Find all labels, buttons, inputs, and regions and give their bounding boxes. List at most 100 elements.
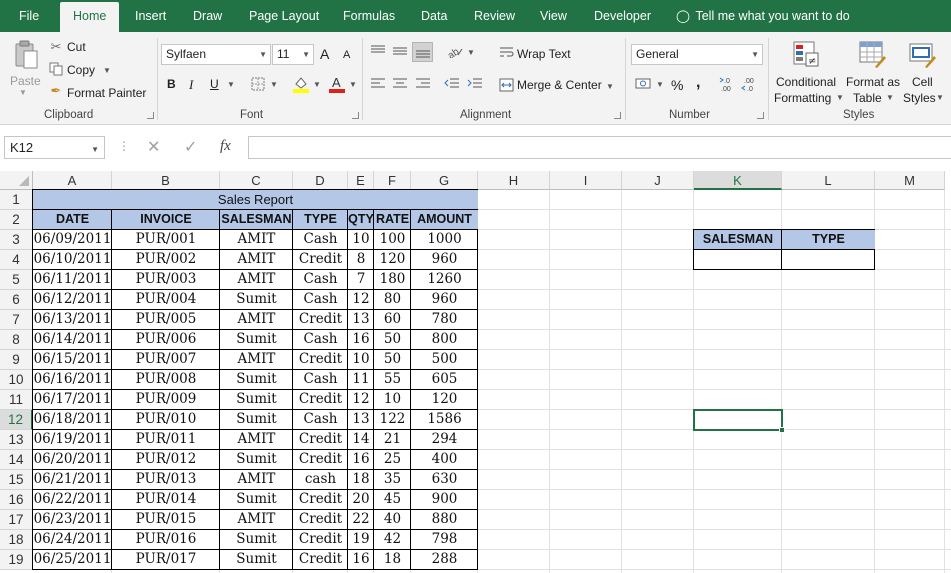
report-cell[interactable]: Credit xyxy=(292,389,348,409)
report-cell[interactable]: Cash xyxy=(292,409,348,429)
align-center-icon[interactable] xyxy=(391,76,409,92)
report-cell[interactable]: 1586 xyxy=(410,409,478,429)
report-cell[interactable]: PUR/017 xyxy=(111,549,220,569)
report-cell[interactable]: 55 xyxy=(373,369,411,389)
copy-button[interactable]: Copy xyxy=(67,63,95,77)
report-cell[interactable]: 06/20/2011 xyxy=(32,449,112,469)
report-cell[interactable]: PUR/004 xyxy=(111,289,220,309)
number-format-select[interactable]: General ▼ xyxy=(631,44,763,65)
report-cell[interactable]: PUR/011 xyxy=(111,429,220,449)
tab-view[interactable]: View xyxy=(540,0,567,32)
report-cell[interactable]: 06/21/2011 xyxy=(32,469,112,489)
report-cell[interactable]: Cash xyxy=(292,229,348,249)
shrink-font-button[interactable]: A xyxy=(343,49,350,61)
row-header-10[interactable]: 10 xyxy=(0,370,33,390)
report-cell[interactable]: Sumit xyxy=(219,289,293,309)
report-cell[interactable]: 42 xyxy=(373,529,411,549)
tab-developer[interactable]: Developer xyxy=(594,0,651,32)
report-cell[interactable]: 06/15/2011 xyxy=(32,349,112,369)
report-cell[interactable]: 8 xyxy=(347,249,374,269)
report-cell[interactable]: AMIT xyxy=(219,349,293,369)
row-header-13[interactable]: 13 xyxy=(0,430,33,450)
report-cell[interactable]: 06/19/2011 xyxy=(32,429,112,449)
formula-input[interactable] xyxy=(248,136,951,159)
report-cell[interactable]: 18 xyxy=(373,549,411,569)
report-cell[interactable]: 60 xyxy=(373,309,411,329)
select-all-button[interactable] xyxy=(0,171,33,190)
report-cell[interactable]: 13 xyxy=(347,309,374,329)
report-cell[interactable]: Sumit xyxy=(219,449,293,469)
format-as-table-label-1[interactable]: Format as xyxy=(846,74,900,90)
report-cell[interactable]: 120 xyxy=(373,249,411,269)
font-size-select[interactable]: 11 ▼ xyxy=(272,44,314,65)
copy-dropdown-icon[interactable]: ▼ xyxy=(103,66,111,75)
format-as-table-icon[interactable] xyxy=(856,38,888,70)
comma-style-button[interactable]: , xyxy=(696,74,700,92)
report-cell[interactable]: Credit xyxy=(292,489,348,509)
paintbrush-icon[interactable]: ✒ xyxy=(48,83,64,98)
row-header-7[interactable]: 7 xyxy=(0,310,33,330)
grow-font-button[interactable]: A xyxy=(320,46,329,62)
report-cell[interactable]: 50 xyxy=(373,349,411,369)
orientation-dropdown-icon[interactable]: ▼ xyxy=(467,48,475,57)
report-cell[interactable]: Cash xyxy=(292,289,348,309)
report-cell[interactable]: Sumit xyxy=(219,529,293,549)
report-cell[interactable]: 50 xyxy=(373,329,411,349)
tab-insert[interactable]: Insert xyxy=(135,0,166,32)
report-cell[interactable]: Sumit xyxy=(219,389,293,409)
report-cell[interactable]: 06/09/2011 xyxy=(32,229,112,249)
column-header-c[interactable]: C xyxy=(220,171,293,190)
report-cell[interactable]: 180 xyxy=(373,269,411,289)
row-header-11[interactable]: 11 xyxy=(0,390,33,410)
column-header-a[interactable]: A xyxy=(33,171,112,190)
tab-file[interactable]: File xyxy=(19,0,39,32)
underline-dropdown-icon[interactable]: ▼ xyxy=(227,80,235,89)
fill-color-icon[interactable] xyxy=(292,75,310,93)
report-cell[interactable]: 500 xyxy=(410,349,478,369)
report-cell[interactable]: 06/14/2011 xyxy=(32,329,112,349)
bold-button[interactable]: B xyxy=(167,77,176,91)
report-cell[interactable]: 10 xyxy=(373,389,411,409)
row-header-8[interactable]: 8 xyxy=(0,330,33,350)
report-cell[interactable]: 960 xyxy=(410,249,478,269)
report-cell[interactable]: 400 xyxy=(410,449,478,469)
alignment-launcher-icon[interactable] xyxy=(614,112,621,119)
cell-styles-label-2[interactable]: Styles xyxy=(903,90,936,106)
column-header-i[interactable]: I xyxy=(550,171,622,190)
font-name-select[interactable]: Sylfaen ▼ xyxy=(161,44,271,65)
report-cell[interactable]: PUR/015 xyxy=(111,509,220,529)
report-cell[interactable]: 10 xyxy=(347,349,374,369)
report-cell[interactable]: Credit xyxy=(292,349,348,369)
currency-dropdown-icon[interactable]: ▼ xyxy=(656,80,664,89)
report-cell[interactable]: 120 xyxy=(410,389,478,409)
criteria-value-salesman[interactable] xyxy=(693,249,782,269)
conditional-formatting-label-1[interactable]: Conditional xyxy=(776,74,836,90)
tab-home[interactable]: Home xyxy=(60,2,120,32)
format-painter-button[interactable]: Format Painter xyxy=(67,86,146,100)
report-cell[interactable]: 06/17/2011 xyxy=(32,389,112,409)
report-cell[interactable]: 14 xyxy=(347,429,374,449)
column-header-h[interactable]: H xyxy=(478,171,550,190)
column-header-m[interactable]: M xyxy=(875,171,945,190)
row-header-6[interactable]: 6 xyxy=(0,290,33,310)
report-cell[interactable]: 16 xyxy=(347,329,374,349)
decrease-decimal-icon[interactable]: .00.0 xyxy=(741,75,759,93)
report-cell[interactable]: 630 xyxy=(410,469,478,489)
report-cell[interactable]: PUR/013 xyxy=(111,469,220,489)
report-cell[interactable]: 605 xyxy=(410,369,478,389)
row-header-19[interactable]: 19 xyxy=(0,550,33,570)
report-cell[interactable]: AMIT xyxy=(219,469,293,489)
report-cell[interactable]: 18 xyxy=(347,469,374,489)
insert-function-button[interactable]: fx xyxy=(220,138,231,155)
tell-me-search[interactable]: ◯ Tell me what you want to do xyxy=(676,0,850,32)
report-cell[interactable]: 12 xyxy=(347,289,374,309)
report-cell[interactable]: 06/11/2011 xyxy=(32,269,112,289)
column-header-b[interactable]: B xyxy=(112,171,220,190)
report-cell[interactable]: AMIT xyxy=(219,269,293,289)
italic-button[interactable]: I xyxy=(189,77,193,93)
report-cell[interactable]: 40 xyxy=(373,509,411,529)
report-cell[interactable]: 800 xyxy=(410,329,478,349)
report-cell[interactable]: 19 xyxy=(347,529,374,549)
report-cell[interactable]: 11 xyxy=(347,369,374,389)
report-cell[interactable]: Credit xyxy=(292,509,348,529)
